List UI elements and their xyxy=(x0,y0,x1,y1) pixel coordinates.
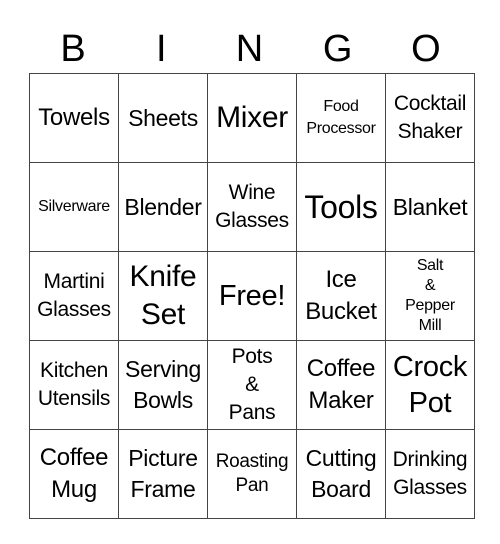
cell-label: Blender xyxy=(124,193,202,220)
bingo-grid: Towels Sheets Mixer Food Processor Cockt… xyxy=(29,73,475,519)
bingo-cell[interactable]: Sheets xyxy=(118,73,208,163)
bingo-cell[interactable]: Kitchen Utensils xyxy=(29,340,119,430)
header-letter-g: G xyxy=(322,28,353,70)
bingo-cell[interactable]: Mixer xyxy=(207,73,297,163)
free-space-cell[interactable]: Free! xyxy=(207,251,297,341)
header-letter-n: N xyxy=(235,28,264,70)
bingo-cell[interactable]: Cocktail Shaker xyxy=(385,73,475,163)
grid-row: Towels Sheets Mixer Food Processor Cockt… xyxy=(29,73,475,163)
cell-label: Crock Pot xyxy=(392,351,468,419)
bingo-cell[interactable]: Crock Pot xyxy=(385,340,475,430)
bingo-cell[interactable]: Silverware xyxy=(29,162,119,252)
bingo-cell[interactable]: Cutting Board xyxy=(296,429,386,519)
cell-label: Mixer xyxy=(216,101,288,134)
bingo-cell[interactable]: Coffee Maker xyxy=(296,340,386,430)
bingo-cell[interactable]: Blanket xyxy=(385,162,475,252)
cell-label: Wine Glasses xyxy=(215,181,289,232)
bingo-cell[interactable]: Blender xyxy=(118,162,208,252)
cell-label: Coffee Mug xyxy=(39,444,109,503)
bingo-cell[interactable]: Serving Bowls xyxy=(118,340,208,430)
cell-label: Ice Bucket xyxy=(305,266,377,325)
bingo-cell[interactable]: Picture Frame xyxy=(118,429,208,519)
header-letter-o: O xyxy=(411,28,441,70)
cell-label: Tools xyxy=(304,189,378,225)
cell-label: Cutting Board xyxy=(305,445,377,502)
bingo-cell[interactable]: Knife Set xyxy=(118,251,208,341)
bingo-cell[interactable]: Pots & Pans xyxy=(207,340,297,430)
cell-label: Coffee Maker xyxy=(306,355,376,414)
cell-label: Serving Bowls xyxy=(125,356,201,413)
cell-label: Food Processor xyxy=(306,98,376,137)
cell-label: Knife Set xyxy=(129,260,197,331)
grid-row: Kitchen Utensils Serving Bowls Pots & Pa… xyxy=(29,340,475,430)
bingo-cell[interactable]: Towels xyxy=(29,73,119,163)
cell-label: Cocktail Shaker xyxy=(393,92,467,143)
bingo-cell[interactable]: Tools xyxy=(296,162,386,252)
cell-label: Towels xyxy=(38,104,110,131)
cell-label: Blanket xyxy=(392,193,468,220)
bingo-cell[interactable]: Salt & Pepper Mill xyxy=(385,251,475,341)
bingo-cell[interactable]: Martini Glasses xyxy=(29,251,119,341)
cell-label: Picture Frame xyxy=(128,445,198,502)
bingo-header: B I N G O xyxy=(29,26,470,72)
cell-label: Pots & Pans xyxy=(228,345,276,424)
bingo-cell[interactable]: Coffee Mug xyxy=(29,429,119,519)
header-letter-b: B xyxy=(60,28,86,70)
bingo-cell[interactable]: Food Processor xyxy=(296,73,386,163)
bingo-cell[interactable]: Drinking Glasses xyxy=(385,429,475,519)
cell-label: Roasting Pan xyxy=(215,451,289,496)
cell-label: Sheets xyxy=(128,104,198,131)
cell-label: Martini Glasses xyxy=(37,270,111,321)
cell-label: Drinking Glasses xyxy=(392,448,468,499)
free-space-label: Free! xyxy=(218,280,286,312)
bingo-cell[interactable]: Roasting Pan xyxy=(207,429,297,519)
cell-label: Kitchen Utensils xyxy=(37,359,111,410)
cell-label: Silverware xyxy=(38,198,110,215)
grid-row: Coffee Mug Picture Frame Roasting Pan Cu… xyxy=(29,429,475,519)
grid-row: Martini Glasses Knife Set Free! Ice Buck… xyxy=(29,251,475,341)
header-letter-i: I xyxy=(156,28,167,70)
bingo-cell[interactable]: Ice Bucket xyxy=(296,251,386,341)
bingo-cell[interactable]: Wine Glasses xyxy=(207,162,297,252)
cell-label: Salt & Pepper Mill xyxy=(405,257,455,334)
grid-row: Silverware Blender Wine Glasses Tools Bl… xyxy=(29,162,475,252)
